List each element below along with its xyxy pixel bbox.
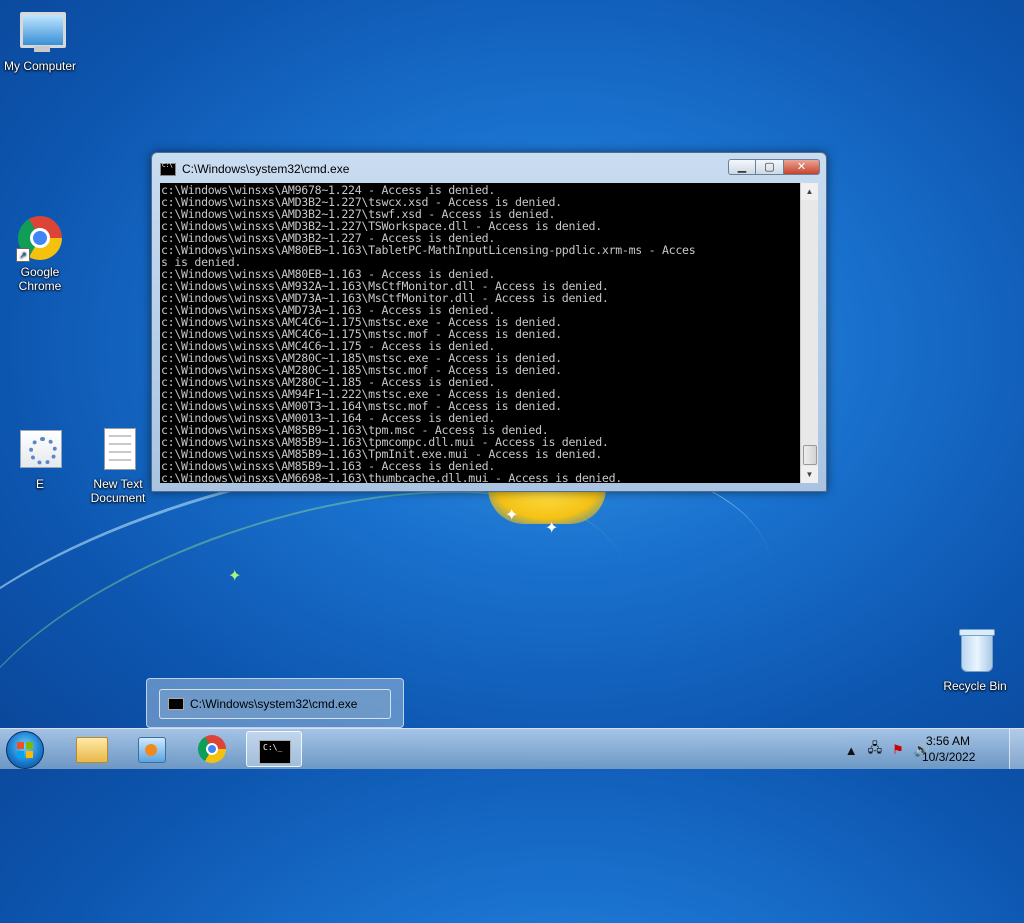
clock[interactable]: 3:56 AM 10/3/2022 xyxy=(922,733,976,765)
taskbar-cmd-button[interactable] xyxy=(246,731,302,767)
chrome-icon: ↗ xyxy=(16,214,64,262)
cmd-title-bar[interactable]: C:\Windows\system32\cmd.exe xyxy=(160,159,720,179)
settings-file-icon xyxy=(16,426,64,474)
desktop-icon-label: E xyxy=(35,477,44,491)
close-button[interactable]: ✕ xyxy=(784,159,820,175)
system-tray: ▲ 🖧 ⚑ 🔊 xyxy=(845,739,930,761)
taskbar-chrome-button[interactable] xyxy=(184,731,240,767)
cmd-output-line: c:\Windows\winsxs\AM80EB~1.163\TabletPC-… xyxy=(161,243,696,257)
network-icon[interactable]: 🖧 xyxy=(868,739,883,761)
computer-icon xyxy=(16,8,66,56)
window-controls: ▁ ▢ ✕ xyxy=(728,159,820,175)
cmd-output: c:\Windows\winsxs\AM9678~1.224 - Access … xyxy=(160,183,800,483)
folder-icon xyxy=(76,737,108,763)
chrome-icon xyxy=(198,735,226,763)
scroll-up-icon[interactable]: ▲ xyxy=(801,183,818,200)
cmd-icon xyxy=(160,162,176,176)
desktop-icon-my-computer[interactable]: My Computer xyxy=(0,8,80,73)
desktop-icon-recycle-bin[interactable]: Recycle Bin xyxy=(935,628,1015,693)
clock-time: 3:56 AM xyxy=(925,734,971,748)
desktop-icon-label: Recycle Bin xyxy=(943,679,1007,693)
taskbar-media-player-button[interactable] xyxy=(122,731,178,767)
vertical-scrollbar[interactable]: ▲ ▼ xyxy=(800,183,818,483)
sparkle-icon: ✦ xyxy=(545,520,559,537)
taskbar-preview: C:\Windows\system32\cmd.exe xyxy=(146,678,404,728)
desktop-icon-new-text-document[interactable]: New Text Document xyxy=(78,426,158,505)
desktop-icon-e[interactable]: E xyxy=(0,426,80,491)
minimize-button[interactable]: ▁ xyxy=(728,159,756,175)
show-desktop-button[interactable] xyxy=(1009,729,1024,769)
start-button[interactable] xyxy=(6,731,44,769)
text-document-icon xyxy=(94,426,142,474)
cmd-icon xyxy=(259,740,291,764)
scroll-thumb[interactable] xyxy=(803,445,817,465)
cmd-console[interactable]: c:\Windows\winsxs\AM9678~1.224 - Access … xyxy=(160,183,800,483)
desktop-icon-label: My Computer xyxy=(3,59,77,73)
taskbar-preview-item[interactable]: C:\Windows\system32\cmd.exe xyxy=(159,689,391,719)
cmd-icon xyxy=(168,698,184,710)
cmd-window[interactable]: C:\Windows\system32\cmd.exe ▁ ▢ ✕ c:\Win… xyxy=(151,152,827,492)
clock-date: 10/3/2022 xyxy=(922,750,976,764)
cmd-title: C:\Windows\system32\cmd.exe xyxy=(182,162,350,176)
maximize-button[interactable]: ▢ xyxy=(756,159,784,175)
sparkle-icon: ✦ xyxy=(505,507,519,524)
preview-title: C:\Windows\system32\cmd.exe xyxy=(190,697,358,711)
desktop-icon-label: Google Chrome xyxy=(18,265,62,293)
cmd-output-line: c:\Windows\winsxs\AM6698~1.163\thumbcach… xyxy=(161,471,622,483)
media-player-icon xyxy=(138,737,166,763)
desktop-icon-google-chrome[interactable]: ↗ Google Chrome xyxy=(0,214,80,293)
desktop-icon-label: New Text Document xyxy=(90,477,146,505)
sparkle-icon: ✦ xyxy=(228,568,242,585)
recycle-bin-icon xyxy=(951,628,999,676)
taskbar: ▲ 🖧 ⚑ 🔊 3:56 AM 10/3/2022 xyxy=(0,728,1024,769)
tray-expand-icon[interactable]: ▲ xyxy=(845,743,858,758)
action-center-icon[interactable]: ⚑ xyxy=(892,742,904,758)
scroll-down-icon[interactable]: ▼ xyxy=(801,466,818,483)
taskbar-explorer-button[interactable] xyxy=(62,731,118,767)
